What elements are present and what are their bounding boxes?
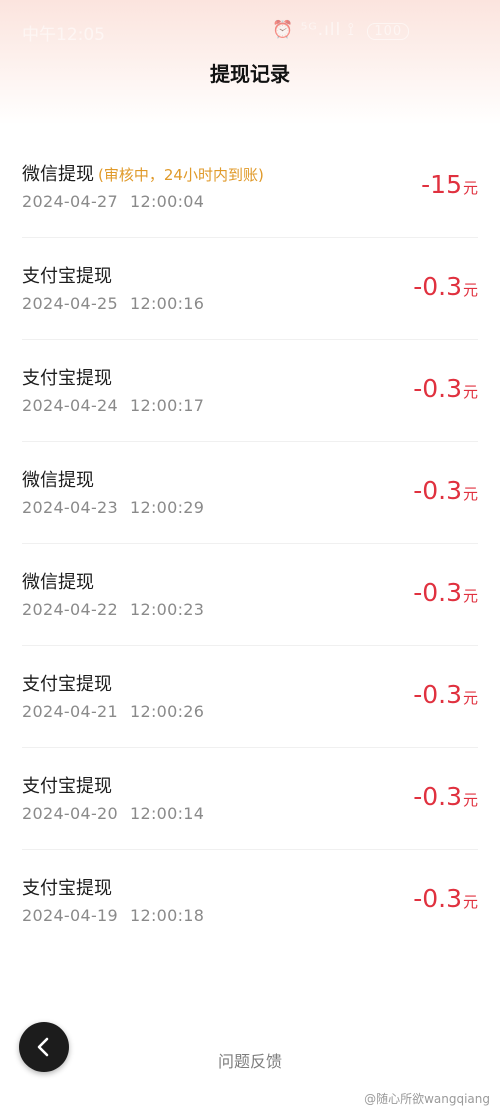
record-amount: -15元 — [421, 170, 478, 199]
record-title: 微信提现 — [22, 470, 94, 491]
list-item[interactable]: 微信提现 (审核中，24小时内到账) 2024-04-27 12:00:04 -15… — [22, 136, 478, 238]
record-timestamp: 2024-04-19 12:00:18 — [22, 906, 205, 925]
record-timestamp: 2024-04-25 12:00:16 — [22, 294, 205, 313]
list-item[interactable]: 支付宝提现 2024-04-21 12:00:26 -0.3元 — [22, 646, 478, 748]
battery-icon: 100 — [367, 23, 410, 40]
record-timestamp: 2024-04-22 12:00:23 — [22, 600, 205, 619]
record-timestamp: 2024-04-20 12:00:14 — [22, 804, 205, 823]
record-timestamp: 2024-04-27 12:00:04 — [22, 192, 205, 211]
list-item[interactable]: 支付宝提现 2024-04-19 12:00:18 -0.3元 — [22, 850, 478, 951]
feedback-link[interactable]: 问题反馈 — [0, 1048, 500, 1072]
list-item[interactable]: 微信提现 2024-04-23 12:00:29 -0.3元 — [22, 442, 478, 544]
record-title: 微信提现 (审核中，24小时内到账) — [22, 164, 264, 185]
record-amount: -0.3元 — [413, 578, 478, 607]
record-title: 支付宝提现 — [22, 674, 112, 695]
record-timestamp: 2024-04-24 12:00:17 — [22, 396, 205, 415]
record-title: 支付宝提现 — [22, 776, 112, 797]
page-title: 提现记录 — [210, 62, 290, 86]
record-timestamp: 2024-04-21 12:00:26 — [22, 702, 205, 721]
list-item[interactable]: 支付宝提现 2024-04-25 12:00:16 -0.3元 — [22, 238, 478, 340]
record-title: 支付宝提现 — [22, 266, 112, 287]
watermark: @随心所欲wangqiang — [364, 1092, 490, 1106]
list-item[interactable]: 支付宝提现 2024-04-24 12:00:17 -0.3元 — [22, 340, 478, 442]
record-amount: -0.3元 — [413, 884, 478, 913]
record-amount: -0.3元 — [413, 476, 478, 505]
record-amount: -0.3元 — [413, 272, 478, 301]
record-timestamp: 2024-04-23 12:00:29 — [22, 498, 205, 517]
withdrawal-list: 微信提现 (审核中，24小时内到账) 2024-04-27 12:00:04 -15… — [0, 136, 500, 951]
record-status-note: (审核中，24小时内到账) — [98, 166, 264, 184]
record-amount: -0.3元 — [413, 782, 478, 811]
status-signal-icons: ⏰ ⁵ᴳ.ıll ⟟ — [272, 20, 355, 40]
record-amount: -0.3元 — [413, 374, 478, 403]
status-time: 中午12:05 — [22, 25, 105, 45]
status-icons: ⏰ ⁵ᴳ.ıll ⟟ 100 — [272, 20, 410, 40]
list-item[interactable]: 支付宝提现 2024-04-20 12:00:14 -0.3元 — [22, 748, 478, 850]
record-amount: -0.3元 — [413, 680, 478, 709]
record-title: 支付宝提现 — [22, 368, 112, 389]
record-title: 微信提现 — [22, 572, 94, 593]
record-title: 支付宝提现 — [22, 878, 112, 899]
list-item[interactable]: 微信提现 2024-04-22 12:00:23 -0.3元 — [22, 544, 478, 646]
status-bar: 中午12:05 ⏰ ⁵ᴳ.ıll ⟟ 100 — [0, 0, 500, 58]
